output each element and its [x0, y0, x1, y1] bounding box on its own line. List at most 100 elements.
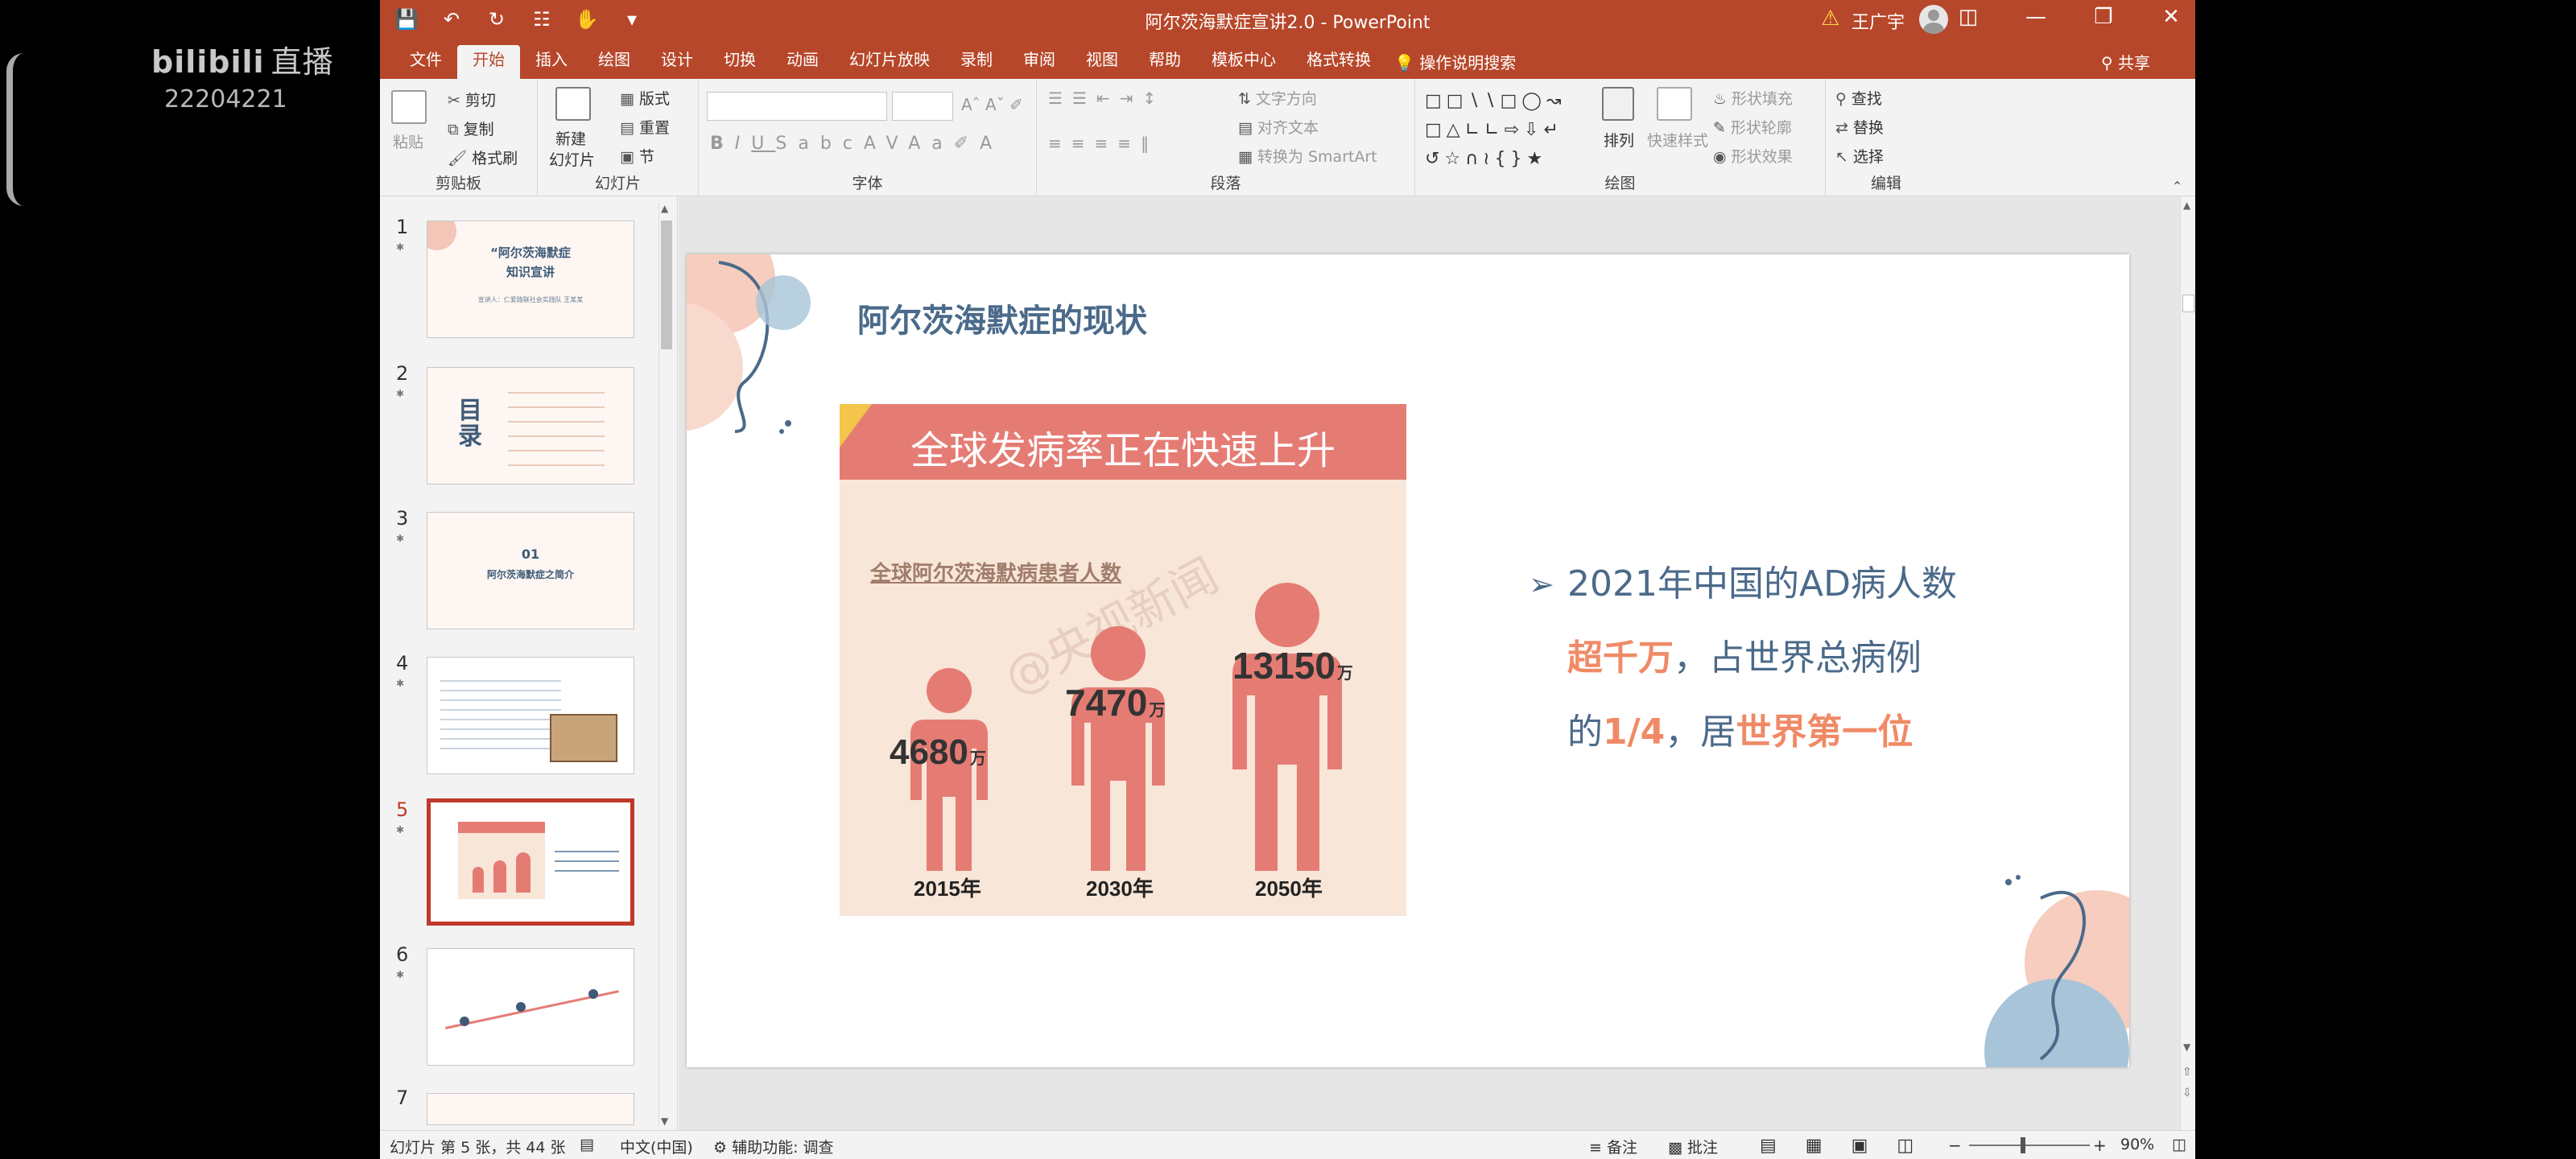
normal-view-icon[interactable]: ▤ [1760, 1136, 1806, 1156]
bullet-text-box[interactable]: ➢ 2021年中国的AD病人数 超千万，占世界总病例 的1/4，居世界第一位 [1529, 547, 2012, 769]
quick-styles-button[interactable]: 快速样式 [1647, 129, 1708, 151]
new-slide-icon[interactable] [555, 87, 591, 121]
scrollbar-thumb[interactable] [2182, 295, 2194, 312]
find-label: 查找 [1851, 90, 1882, 108]
replace-button[interactable]: ⇄ 替换 [1835, 116, 1884, 138]
smartart-button[interactable]: ▦ 转换为 SmartArt [1238, 145, 1377, 167]
view-buttons[interactable]: ▤▦▣◫ [1760, 1136, 1942, 1156]
tab-design[interactable]: 设计 [646, 45, 708, 79]
accessibility-checker[interactable]: ⚙ 辅助功能: 调查 [713, 1136, 834, 1157]
slide-title[interactable]: 阿尔茨海默症的现状 [857, 295, 1147, 341]
font-style-buttons[interactable]: BIUSabcAVAa✐A [710, 134, 1003, 154]
zoom-slider[interactable] [1969, 1145, 2090, 1146]
reset-button[interactable]: ▤ 重置 [620, 116, 670, 138]
thumbnail-scrollbar[interactable]: ▲ ▼ [658, 203, 673, 1127]
thumb-lines [555, 843, 619, 875]
zoom-out-icon[interactable]: − [1948, 1136, 1962, 1155]
tab-slideshow[interactable]: 幻灯片放映 [834, 45, 945, 79]
slide-thumbnail-6[interactable] [427, 948, 634, 1066]
tab-help[interactable]: 帮助 [1133, 45, 1196, 79]
value-label-2050: 13150 万 [1232, 644, 1353, 687]
slide-thumbnail-5[interactable] [427, 798, 634, 926]
format-painter-button[interactable]: 🖌 格式刷 [448, 146, 518, 168]
tab-template-center[interactable]: 模板中心 [1196, 45, 1291, 79]
scroll-down-icon[interactable]: ▼ [2183, 1041, 2190, 1053]
slide-thumbnail-1[interactable]: “阿尔茨海默症 知识宣讲 宣讲人：仁爱路联社会实践队 王某某 [427, 221, 634, 338]
ribbon: 粘贴 ✂ 剪切 ⧉ 复制 🖌 格式刷 剪贴板 新建 幻灯片 ▦ 版式 ▤ 重置 ▣ 节 幻灯… [380, 79, 2195, 196]
arrange-icon[interactable] [1602, 87, 1634, 121]
paste-icon[interactable] [391, 90, 427, 124]
arrange-button[interactable]: 排列 [1604, 129, 1634, 151]
zoom-in-icon[interactable]: + [2093, 1136, 2107, 1155]
tell-me-search[interactable]: 💡 操作说明搜索 [1394, 50, 1516, 73]
select-button[interactable]: ↖ 选择 [1835, 145, 1884, 167]
language-indicator[interactable]: 中文(中国) [620, 1136, 693, 1157]
tab-insert[interactable]: 插入 [520, 45, 583, 79]
tab-format-convert[interactable]: 格式转换 [1291, 45, 1386, 79]
slide-thumbnail-4[interactable] [427, 657, 634, 774]
spellcheck-icon[interactable]: ▤ [580, 1136, 594, 1153]
tab-transitions[interactable]: 切换 [708, 45, 771, 79]
tab-view[interactable]: 视图 [1071, 45, 1133, 79]
shape-outline-button[interactable]: ✎ 形状轮廓 [1713, 116, 1792, 138]
font-size-select[interactable] [892, 92, 953, 121]
minimize-icon[interactable]: — [2020, 5, 2052, 29]
font-size-controls[interactable]: Aˆ Aˇ ✐ [961, 95, 1023, 114]
paste-button[interactable]: 粘贴 [393, 130, 423, 152]
tab-animations[interactable]: 动画 [771, 45, 834, 79]
scroll-up-icon[interactable]: ▲ [661, 203, 668, 214]
notes-button[interactable]: ≡ 备注 [1589, 1136, 1637, 1157]
prev-slide-icon[interactable]: ⇧ [2182, 1066, 2192, 1079]
user-name[interactable]: 王广宇 [1852, 8, 1905, 34]
tab-file[interactable]: 文件 [394, 45, 457, 79]
font-color-icon: A [980, 134, 1004, 154]
tab-draw[interactable]: 绘图 [583, 45, 646, 79]
slide-sorter-icon[interactable]: ▦ [1806, 1136, 1852, 1156]
grow-font-icon: Aˆ [961, 95, 980, 114]
slide-thumbnail-7[interactable] [427, 1093, 634, 1125]
tab-record[interactable]: 录制 [945, 45, 1008, 79]
close-icon[interactable]: ✕ [2155, 5, 2187, 29]
tab-home[interactable]: 开始 [457, 45, 520, 79]
cut-button[interactable]: ✂ 剪切 [448, 89, 496, 110]
layout-button[interactable]: ▦ 版式 [620, 87, 670, 109]
font-name-select[interactable] [707, 92, 887, 121]
shape-fill-button[interactable]: ♨ 形状填充 [1713, 87, 1793, 109]
ribbon-display-icon[interactable]: ◫ [1952, 5, 1984, 29]
zoom-level[interactable]: 90% [2120, 1136, 2154, 1153]
notes-label: 备注 [1606, 1139, 1637, 1157]
shape-effects-button[interactable]: ◉ 形状效果 [1713, 145, 1793, 167]
slideshow-view-icon[interactable]: ◫ [1897, 1136, 1942, 1156]
infographic-poster[interactable]: 全球发病率正在快速上升 全球阿尔茨海默病患者人数 @央视新闻 4680 万 74… [840, 404, 1406, 916]
avatar[interactable] [1919, 5, 1948, 34]
reading-view-icon[interactable]: ▣ [1852, 1136, 1897, 1156]
slide-thumbnail-3[interactable]: 01 阿尔茨海默症之简介 [427, 512, 634, 629]
slide-scrollbar[interactable]: ▲ ▼ ⇧ ⇩ [2180, 196, 2195, 1130]
new-slide-dropdown[interactable]: 幻灯片 [549, 148, 595, 170]
scroll-up-icon[interactable]: ▲ [2183, 200, 2190, 211]
share-button[interactable]: ⚲ 共享 [2101, 50, 2150, 73]
fit-to-window-icon[interactable]: ◫ [2172, 1136, 2186, 1153]
align-buttons[interactable]: ≡≡≡≡‖ [1048, 134, 1158, 153]
zoom-slider-knob[interactable] [2021, 1137, 2025, 1153]
shapes-gallery[interactable]: □□∖∖□◯↝ □△∟∟⇨⇩↵ ↺☆∩≀{}★ [1425, 87, 1594, 174]
warning-icon[interactable]: ⚠ [1821, 6, 1839, 31]
scroll-down-icon[interactable]: ▼ [661, 1116, 668, 1127]
slide-5[interactable]: 阿尔茨海默症的现状 全球发病率正在快速上升 全球阿尔茨海默病患者人数 @央视新闻 [687, 254, 2129, 1067]
list-buttons[interactable]: ☰☰⇤⇥↕ [1048, 89, 1166, 108]
replace-label: 替换 [1852, 119, 1884, 137]
collapse-ribbon-icon[interactable]: ⌃ [2172, 179, 2182, 194]
scrollbar-thumb[interactable] [661, 221, 672, 349]
tab-review[interactable]: 审阅 [1008, 45, 1071, 79]
maximize-icon[interactable]: ❐ [2087, 5, 2120, 29]
copy-button[interactable]: ⧉ 复制 [448, 118, 494, 139]
slide-thumbnail-2[interactable]: 目录 [427, 367, 634, 485]
quick-styles-icon[interactable] [1657, 87, 1692, 121]
text-direction-button[interactable]: ⇅ 文字方向 [1238, 87, 1317, 109]
align-text-button[interactable]: ▤ 对齐文本 [1238, 116, 1319, 138]
next-slide-icon[interactable]: ⇩ [2182, 1087, 2192, 1099]
new-slide-button[interactable]: 新建 [555, 127, 586, 149]
comments-button[interactable]: ▩ 批注 [1668, 1136, 1718, 1157]
section-button[interactable]: ▣ 节 [620, 145, 654, 167]
find-button[interactable]: ⚲ 查找 [1835, 87, 1882, 109]
